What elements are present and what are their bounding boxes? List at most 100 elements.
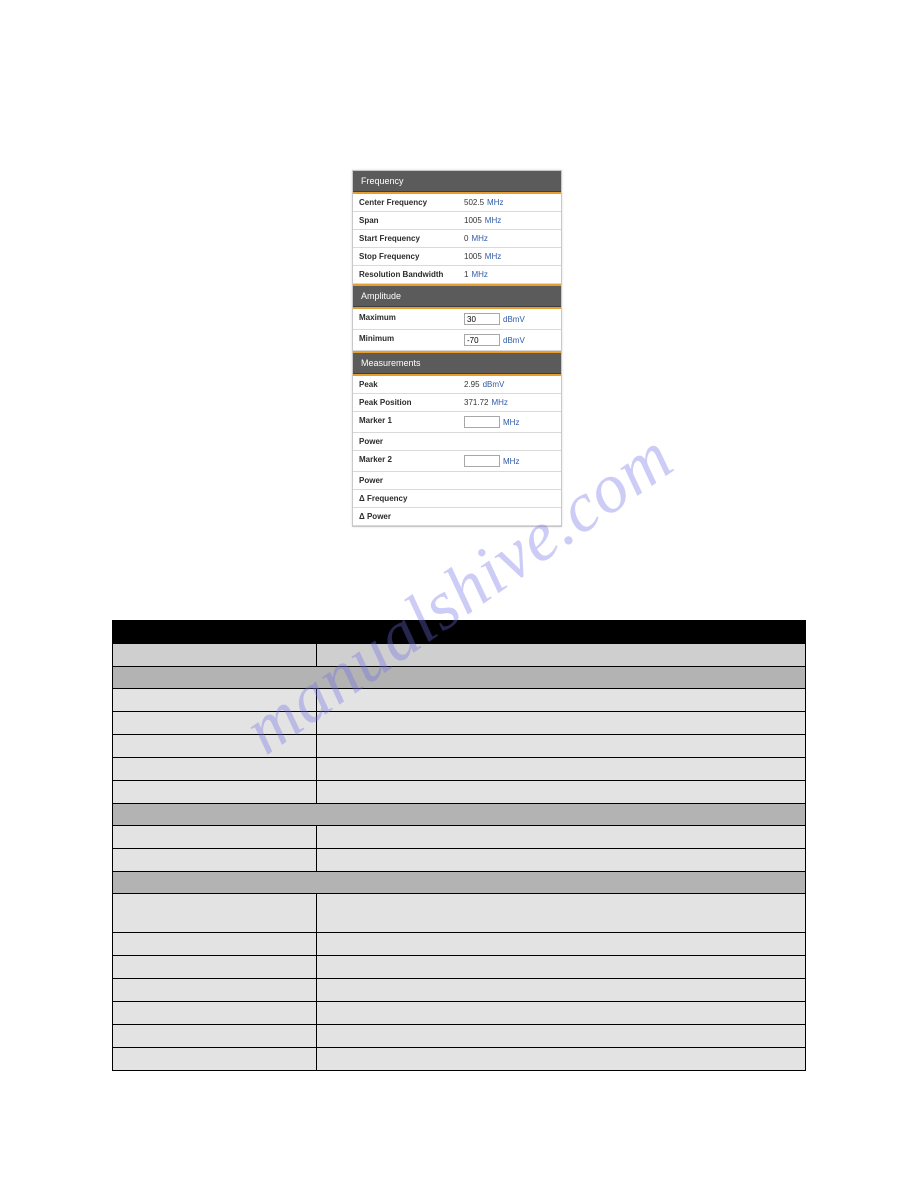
panel-row: MaximumdBmV — [353, 309, 561, 330]
panel-row: Span1005MHz — [353, 212, 561, 230]
panel-row: Start Frequency0MHz — [353, 230, 561, 248]
table-cell — [113, 826, 317, 848]
panel-row: Center Frequency502.5MHz — [353, 194, 561, 212]
panel-row: Minimum dBmV — [353, 330, 561, 351]
table-cell — [113, 735, 317, 757]
row-label: Power — [353, 472, 458, 489]
panel-row: Power — [353, 472, 561, 490]
value-input[interactable] — [464, 313, 500, 325]
value-number: 1 — [464, 270, 468, 279]
table-row — [113, 932, 805, 955]
table-cell — [317, 979, 805, 1001]
table-section-row — [113, 803, 805, 825]
panel-header: Measurements — [353, 351, 561, 374]
row-label: Peak — [353, 376, 458, 393]
table-cell — [113, 956, 317, 978]
table-cell — [113, 781, 317, 803]
table-cell — [113, 1025, 317, 1047]
row-label: Minimum — [353, 330, 458, 350]
value-number: 2.95 — [464, 380, 480, 389]
table-row — [113, 780, 805, 803]
parameters-table — [112, 620, 806, 1071]
table-cell — [317, 826, 805, 848]
value-unit: dBmV — [503, 336, 525, 345]
row-label: Center Frequency — [353, 194, 458, 211]
panel-row: Resolution Bandwidth1MHz — [353, 266, 561, 284]
row-label: Marker 2 — [353, 451, 458, 471]
table-row — [113, 978, 805, 1001]
row-value — [458, 433, 561, 450]
row-label: Start Frequency — [353, 230, 458, 247]
table-cell — [317, 956, 805, 978]
row-value: 0MHz — [458, 230, 561, 247]
table-row — [113, 711, 805, 734]
row-label: Resolution Bandwidth — [353, 266, 458, 283]
value-unit: MHz — [471, 270, 487, 279]
value-unit: MHz — [503, 418, 519, 427]
table-cell — [317, 849, 805, 871]
row-value — [458, 472, 561, 489]
row-value — [458, 490, 561, 507]
table-cell — [317, 1025, 805, 1047]
table-cell — [317, 735, 805, 757]
row-value: 2.95dBmV — [458, 376, 561, 393]
table-cell — [317, 644, 805, 666]
table-row — [113, 688, 805, 711]
row-value: 1MHz — [458, 266, 561, 283]
table-cell — [113, 894, 317, 932]
table-row — [113, 893, 805, 932]
table-cell — [113, 1048, 317, 1070]
row-value: dBmV — [458, 309, 561, 329]
table-cell — [317, 781, 805, 803]
table-row — [113, 955, 805, 978]
row-label: Peak Position — [353, 394, 458, 411]
panel-row: Δ Frequency — [353, 490, 561, 508]
row-label: Δ Power — [353, 508, 458, 525]
value-number: 0 — [464, 234, 468, 243]
table-cell — [317, 712, 805, 734]
table-cell — [113, 644, 317, 666]
row-value: MHz — [458, 412, 561, 432]
panel-row: Stop Frequency1005MHz — [353, 248, 561, 266]
value-number: 371.72 — [464, 398, 488, 407]
value-input[interactable] — [464, 334, 500, 346]
row-label: Power — [353, 433, 458, 450]
table-row — [113, 734, 805, 757]
row-value: 502.5MHz — [458, 194, 561, 211]
panel-row: Marker 1 MHz — [353, 412, 561, 433]
value-unit: MHz — [485, 216, 501, 225]
table-cell — [113, 849, 317, 871]
panel-row: Power — [353, 433, 561, 451]
row-label: Δ Frequency — [353, 490, 458, 507]
row-label: Stop Frequency — [353, 248, 458, 265]
table-row — [113, 848, 805, 871]
row-value: dBmV — [458, 330, 561, 350]
value-input[interactable] — [464, 416, 500, 428]
panel-header: Amplitude — [353, 284, 561, 307]
value-input[interactable] — [464, 455, 500, 467]
table-cell — [113, 689, 317, 711]
spectrum-details-panel: FrequencyCenter Frequency502.5MHzSpan100… — [352, 170, 562, 527]
panel-row: Peak Position371.72MHz — [353, 394, 561, 412]
table-row — [113, 1001, 805, 1024]
table-row — [113, 825, 805, 848]
table-cell — [113, 933, 317, 955]
table-section-row — [113, 666, 805, 688]
table-cell — [113, 712, 317, 734]
panel-row: Peak2.95dBmV — [353, 376, 561, 394]
value-unit: MHz — [503, 457, 519, 466]
panel-row: Δ Power — [353, 508, 561, 526]
table-cell — [317, 894, 805, 932]
value-unit: MHz — [487, 198, 503, 207]
row-value: MHz — [458, 451, 561, 471]
table-row — [113, 1047, 805, 1070]
value-unit: dBmV — [483, 380, 505, 389]
table-cell — [317, 1048, 805, 1070]
table-row — [113, 757, 805, 780]
value-number: 1005 — [464, 252, 482, 261]
row-label: Span — [353, 212, 458, 229]
row-label: Marker 1 — [353, 412, 458, 432]
table-cell — [317, 758, 805, 780]
table-cell — [317, 689, 805, 711]
panel-row: Marker 2 MHz — [353, 451, 561, 472]
